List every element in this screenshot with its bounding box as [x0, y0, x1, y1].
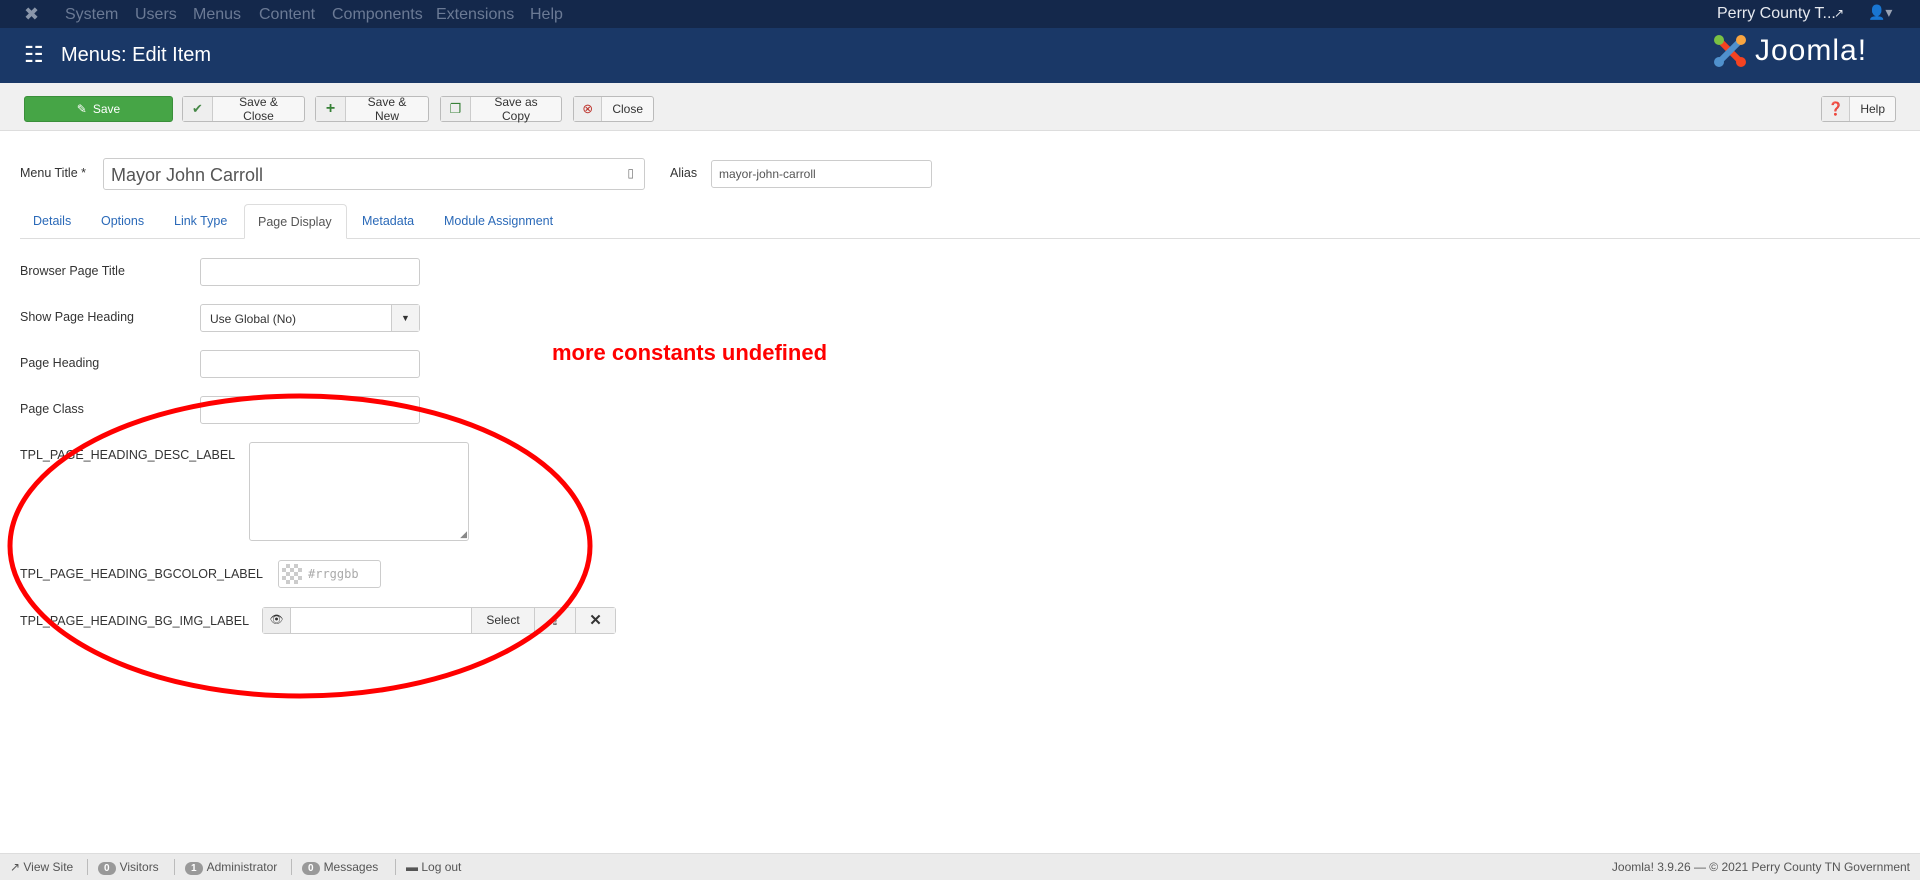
annotation-text: more constants undefined — [552, 340, 828, 365]
check-icon: ✔ — [183, 97, 213, 121]
plus-icon: + — [316, 97, 346, 121]
page-header: ☷ Menus: Edit Item Joomla! — [0, 28, 1920, 83]
user-menu-icon[interactable]: 👤▾ — [1868, 4, 1892, 21]
menu-title-label: Menu Title * — [20, 166, 87, 180]
menu-list-icon: ☷ — [24, 42, 44, 67]
menu-title-input[interactable]: Mayor John Carroll ▯ — [103, 158, 645, 190]
tab-page-display[interactable]: Page Display — [244, 204, 347, 239]
annotation-ellipse — [7, 393, 593, 699]
tab-link-type[interactable]: Link Type — [161, 204, 240, 239]
edit-icon: ✎ — [76, 102, 87, 116]
alias-input[interactable]: mayor-john-carroll — [711, 160, 932, 188]
divider — [174, 859, 175, 875]
save-copy-button[interactable]: ❐ Save as Copy — [440, 95, 562, 123]
divider — [87, 859, 88, 875]
close-button[interactable]: ⊗ Close — [573, 96, 654, 122]
site-link[interactable]: Perry County T... — [1717, 5, 1836, 23]
copy-icon: ❐ — [441, 97, 471, 121]
question-icon: ❓ — [1822, 97, 1851, 121]
divider — [395, 859, 396, 875]
toolbar: ✎ Save ✔ Save & Close + Save & New ❐ Save as… — [0, 83, 1920, 131]
page-title: Menus: Edit Item — [61, 44, 212, 66]
administrator-status: 1 Administrator — [185, 860, 277, 875]
menu-title-value: Mayor John Carroll — [111, 165, 264, 185]
logout-link[interactable]: ▬ Log out — [406, 860, 461, 874]
minus-icon: ▬ — [406, 860, 422, 874]
visitors-status: 0 Visitors — [98, 860, 159, 875]
nav-help[interactable]: Help — [530, 6, 563, 24]
tab-module-assignment[interactable]: Module Assignment — [431, 204, 566, 239]
top-navbar: ✖ System Users Menus Content Components … — [0, 0, 1920, 28]
nav-content[interactable]: Content — [259, 6, 315, 24]
password-manager-icon[interactable]: ▯ — [627, 166, 634, 180]
save-button[interactable]: ✎ Save — [24, 96, 173, 122]
joomla-icon[interactable]: ✖ — [24, 4, 39, 25]
save-close-button[interactable]: ✔ Save & Close — [182, 95, 305, 123]
messages-status: 0 Messages — [302, 860, 378, 875]
save-new-button[interactable]: + Save & New — [315, 95, 429, 123]
joomla-logo-icon — [1713, 34, 1747, 68]
tab-metadata[interactable]: Metadata — [349, 204, 427, 239]
view-site-link[interactable]: ↗ View Site — [10, 860, 73, 874]
tab-details[interactable]: Details — [20, 204, 84, 239]
nav-menus[interactable]: Menus — [193, 6, 241, 24]
show-page-heading-select[interactable]: Use Global (No) ▼ — [200, 304, 420, 332]
nav-users[interactable]: Users — [135, 6, 177, 24]
browser-page-title-input[interactable] — [200, 258, 420, 286]
browser-page-title-label: Browser Page Title — [20, 264, 125, 278]
alias-label: Alias — [670, 166, 698, 180]
status-footer: ↗ View Site 0 Visitors 1 Administrator 0 Me… — [0, 853, 1920, 880]
external-link-icon: ↗ — [10, 860, 24, 874]
tab-options[interactable]: Options — [88, 204, 157, 239]
show-page-heading-label: Show Page Heading — [20, 310, 134, 324]
copyright: Joomla! 3.9.26 — © 2021 Perry County TN … — [1611, 860, 1910, 874]
nav-components[interactable]: Components — [332, 6, 423, 24]
page-heading-label: Page Heading — [20, 356, 100, 370]
joomla-logo-text: Joomla! — [1755, 34, 1868, 67]
page-heading-input[interactable] — [200, 350, 420, 378]
divider — [291, 859, 292, 875]
help-button[interactable]: ❓ Help — [1821, 96, 1896, 122]
cancel-icon: ⊗ — [574, 97, 603, 121]
chevron-down-icon: ▼ — [391, 305, 419, 331]
external-link-icon: ↗ — [1834, 6, 1845, 20]
nav-system[interactable]: System — [65, 6, 118, 24]
nav-extensions[interactable]: Extensions — [436, 6, 514, 24]
